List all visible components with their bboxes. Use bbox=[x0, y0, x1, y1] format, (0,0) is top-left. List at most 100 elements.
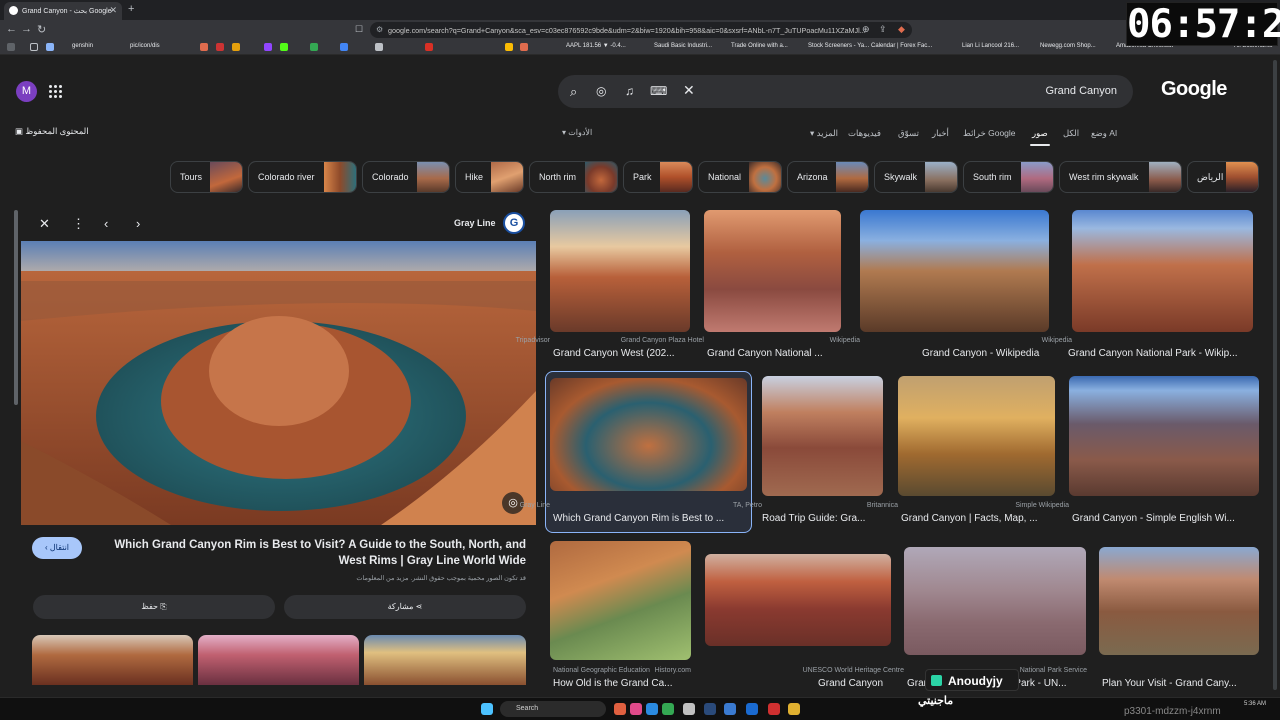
site-info-icon[interactable]: ⚙ bbox=[376, 25, 383, 34]
lens-icon[interactable]: ◎ bbox=[596, 84, 606, 98]
preview-title[interactable]: Which Grand Canyon Rim is Best to Visit?… bbox=[90, 537, 526, 569]
bookmark-newegg[interactable]: Newegg.com Shop... bbox=[1040, 43, 1096, 49]
app-icon[interactable] bbox=[724, 703, 736, 715]
result-image[interactable] bbox=[1099, 547, 1259, 655]
twitch-icon[interactable] bbox=[264, 43, 272, 51]
save-button[interactable]: حفظ ⎘ bbox=[33, 595, 275, 619]
more-options-icon[interactable]: ⋮ bbox=[72, 216, 85, 232]
chip-skywalk[interactable]: Skywalk bbox=[874, 161, 958, 193]
visit-button[interactable]: ‹ انتقال bbox=[32, 537, 82, 559]
app-icon[interactable] bbox=[630, 703, 642, 715]
xbox-icon[interactable] bbox=[662, 703, 674, 715]
result-title[interactable]: Plan Your Visit - Grand Cany... bbox=[1102, 678, 1252, 689]
reload-icon[interactable]: ↻ bbox=[37, 23, 46, 36]
result-title[interactable]: Road Trip Guide: Gra... bbox=[762, 513, 882, 524]
app-icon[interactable] bbox=[788, 703, 800, 715]
voice-search-icon[interactable]: ♫ bbox=[625, 84, 634, 98]
bookmark-favicon-icon[interactable] bbox=[200, 43, 208, 51]
google-logo[interactable]: Google bbox=[1161, 78, 1227, 101]
search-box[interactable]: ⌕ ◎ ♫ ⌨ ✕ Grand Canyon bbox=[558, 75, 1133, 108]
steam-icon[interactable] bbox=[704, 703, 716, 715]
bookmark-favicon-icon[interactable] bbox=[375, 43, 383, 51]
apps-grid-icon[interactable] bbox=[7, 43, 15, 51]
share-page-icon[interactable]: ⇪ bbox=[879, 24, 887, 35]
result-title[interactable]: Grand Canyon - Wikipedia bbox=[922, 348, 1052, 359]
chip-hike[interactable]: Hike bbox=[455, 161, 524, 193]
bookmark-icon[interactable] bbox=[46, 43, 54, 51]
result-image[interactable] bbox=[550, 210, 690, 332]
related-image[interactable] bbox=[198, 635, 359, 685]
result-image[interactable] bbox=[898, 376, 1055, 496]
keyboard-icon[interactable]: ⌨ bbox=[650, 84, 667, 98]
bookmark-favicon-icon[interactable] bbox=[310, 43, 318, 51]
tab-news[interactable]: أخبار bbox=[932, 128, 949, 139]
chip-national[interactable]: National bbox=[698, 161, 782, 193]
preview-source-name[interactable]: Gray Line bbox=[454, 218, 496, 228]
chip-arizona[interactable]: Arizona bbox=[787, 161, 869, 193]
result-image[interactable] bbox=[904, 547, 1086, 655]
taskbar-search[interactable]: Search bbox=[500, 701, 606, 717]
chip-tours[interactable]: Tours bbox=[170, 161, 243, 193]
result-image[interactable] bbox=[1069, 376, 1259, 496]
result-title[interactable]: Grand Canyon bbox=[818, 678, 898, 689]
chip-north-rim[interactable]: North rim bbox=[529, 161, 618, 193]
page-scrollbar[interactable] bbox=[1273, 60, 1277, 690]
search-query[interactable]: Grand Canyon bbox=[1045, 85, 1117, 97]
windows-start-icon[interactable] bbox=[481, 703, 493, 715]
back-icon[interactable]: ← bbox=[6, 23, 17, 35]
youtube-icon[interactable] bbox=[216, 43, 224, 51]
tab-ai-mode[interactable]: وضع AI bbox=[1091, 128, 1117, 139]
chip-west-rim-skywalk[interactable]: West rim skywalk bbox=[1059, 161, 1182, 193]
account-avatar[interactable]: M bbox=[16, 81, 37, 102]
chip-colorado-river[interactable]: Colorado river bbox=[248, 161, 357, 193]
result-image[interactable] bbox=[860, 210, 1049, 332]
zoom-icon[interactable]: ⊕ bbox=[862, 24, 870, 35]
kick-icon[interactable] bbox=[280, 43, 288, 51]
tools-menu[interactable]: ▾ الأدوات bbox=[562, 128, 592, 137]
folder-icon[interactable] bbox=[30, 43, 38, 51]
tab-all[interactable]: الكل bbox=[1063, 128, 1079, 139]
result-title[interactable]: Grand Canyon National ... bbox=[707, 348, 841, 359]
bookmark-lian-li[interactable]: Lian Li Lancool 216... bbox=[962, 43, 1019, 49]
app-icon[interactable] bbox=[768, 703, 780, 715]
tab-images[interactable]: صور bbox=[1032, 128, 1048, 139]
copyright-note[interactable]: قد تكون الصور محمية بموجب حقوق النشر. مز… bbox=[90, 574, 526, 582]
tab-shopping[interactable]: تسوّق bbox=[898, 128, 919, 139]
tab-videos[interactable]: فيديوهات bbox=[848, 128, 881, 139]
bookmark-genshin[interactable]: genshin bbox=[72, 43, 93, 49]
related-image[interactable] bbox=[364, 635, 526, 685]
bookmark-favicon-icon[interactable] bbox=[340, 43, 348, 51]
chip-south-rim[interactable]: South rim bbox=[963, 161, 1054, 193]
bookmark-saudi-basic[interactable]: Saudi Basic Industri... bbox=[654, 43, 712, 49]
bookmark-pic-icon-dis[interactable]: pic/icon/dis bbox=[130, 43, 160, 49]
search-icon[interactable]: ⌕ bbox=[570, 84, 577, 100]
tab-more[interactable]: ▾ المزيد bbox=[810, 128, 838, 139]
result-title[interactable]: Grand Canyon | Facts, Map, ... bbox=[901, 513, 1055, 524]
bookmark-favicon-icon[interactable] bbox=[505, 43, 513, 51]
google-apps-icon[interactable] bbox=[49, 85, 62, 98]
bookmark-favicon-icon[interactable] bbox=[232, 43, 240, 51]
taskbar-clock[interactable]: 5:36 AM bbox=[1244, 701, 1266, 707]
bookmark-trade-online[interactable]: Trade Online with a... bbox=[731, 43, 788, 49]
app-icon[interactable] bbox=[683, 703, 695, 715]
chip-park[interactable]: Park bbox=[623, 161, 693, 193]
saved-content-link[interactable]: ▣ المحتوى المحفوظ bbox=[15, 126, 89, 137]
chip-colorado[interactable]: Colorado bbox=[362, 161, 450, 193]
result-image[interactable] bbox=[550, 378, 747, 491]
browser-tab[interactable]: Grand Canyon - بحث Google ✕ bbox=[4, 2, 122, 20]
result-title[interactable]: How Old is the Grand Ca... bbox=[553, 678, 691, 689]
clear-search-icon[interactable]: ✕ bbox=[683, 82, 695, 99]
next-image-icon[interactable]: › bbox=[136, 216, 140, 231]
bookmark-forex-calendar[interactable]: Calendar | Forex Fac... bbox=[871, 43, 932, 49]
result-image[interactable] bbox=[1072, 210, 1253, 332]
result-image[interactable] bbox=[704, 210, 841, 332]
close-preview-icon[interactable]: ✕ bbox=[39, 216, 50, 232]
bookmark-stock-screeners[interactable]: Stock Screeners - Ya... bbox=[808, 43, 869, 49]
result-image[interactable] bbox=[705, 554, 891, 646]
result-title[interactable]: Which Grand Canyon Rim is Best to ... bbox=[553, 513, 745, 524]
address-bar[interactable]: ⚙ google.com/search?q=Grand+Canyon&sca_e… bbox=[370, 22, 912, 38]
bookmark-aapl[interactable]: AAPL 181.56 ▼ -0.4... bbox=[566, 43, 626, 49]
result-title[interactable]: Grand Canyon West (202... bbox=[553, 348, 693, 359]
new-tab-button[interactable]: + bbox=[128, 3, 134, 15]
result-title[interactable]: Grand Canyon National Park - Wikip... bbox=[1068, 348, 1258, 359]
